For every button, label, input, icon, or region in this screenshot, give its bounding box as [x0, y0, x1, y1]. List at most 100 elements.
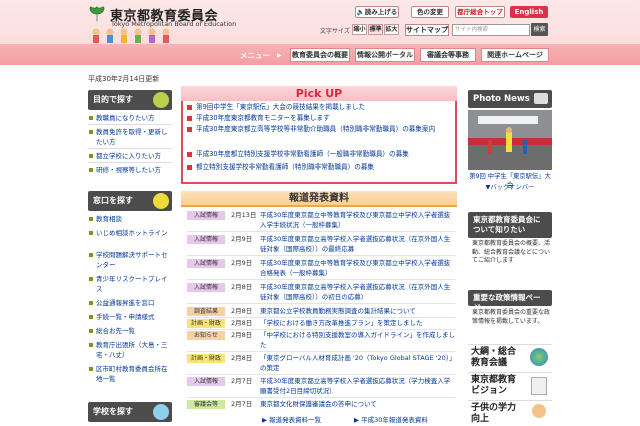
- banner-achievement[interactable]: 子供の学力向上: [468, 400, 552, 426]
- row-date: 2月8日: [231, 331, 253, 339]
- nav-item-links[interactable]: 関連ホームページ: [481, 48, 549, 62]
- about-heading[interactable]: 東京都教育委員会について知りたい: [468, 212, 552, 238]
- table-row: お知らせ 2月8日 「中学校における特別支援教室の導入ガイドライン」を作成しまし…: [187, 330, 455, 350]
- press-list-link[interactable]: ▶ 報道発表資料一覧: [262, 414, 321, 424]
- divider: [187, 374, 455, 375]
- city-top-button[interactable]: 都庁総合トップ: [455, 6, 505, 18]
- sidebar-item-enroll[interactable]: 都立学校に入りたい方: [88, 151, 172, 161]
- category-badge: 調査結果: [187, 307, 225, 316]
- category-badge: 入試情報: [187, 283, 225, 292]
- banner-vision-label: 東京都教育ビジョン: [471, 375, 517, 396]
- pickup-item[interactable]: 平成30年度東京都教育モニターを募集します: [187, 114, 455, 123]
- press-year-label: 平成30年報道発表資料: [361, 416, 428, 424]
- category-badge: 入試情報: [187, 235, 225, 244]
- font-standard-button[interactable]: 標準: [368, 24, 383, 35]
- pickup-title: Pick UP: [181, 86, 457, 101]
- press-year-link[interactable]: ▶ 平成30年報道発表資料: [354, 414, 428, 424]
- sidebar-item-consult[interactable]: 教育相談: [88, 214, 172, 224]
- search-button[interactable]: 検索: [531, 23, 548, 36]
- backnumber-link[interactable]: ▼バックナンバー: [468, 183, 552, 192]
- read-aloud-label: 読み上げる: [364, 8, 398, 16]
- policy-heading: 重要な政策情報ページ: [468, 290, 552, 312]
- color-change-button[interactable]: 色の変更: [411, 6, 449, 18]
- pickup-item[interactable]: 平成30年度都立特別支援学校非常勤看護師（一般職非常勤職員）の募集: [187, 150, 455, 159]
- divider: [187, 351, 455, 352]
- children-illustration-icon: [92, 28, 170, 43]
- press-list-label: 報道発表資料一覧: [269, 416, 322, 424]
- search-input[interactable]: サイト内検索: [452, 24, 530, 36]
- sidebar-item-forms[interactable]: 手続一覧・申請様式: [88, 312, 172, 322]
- english-button[interactable]: English: [510, 6, 548, 18]
- category-badge: 計画・財政: [187, 354, 225, 363]
- row-link[interactable]: 「中学校における特別支援教室の導入ガイドライン」を作成しました: [260, 330, 456, 350]
- pickup-item[interactable]: 第9回中学生「東京駅伝」大会の競技結果を掲載しました: [187, 103, 455, 112]
- counter-heading-label: 窓口を探す: [93, 196, 133, 205]
- nav-item-disclosure[interactable]: 情報公開ポータル: [355, 48, 415, 62]
- read-aloud-button[interactable]: 🔈読み上げる: [355, 6, 399, 18]
- row-link[interactable]: 平成30年度東京都立高等学校入学者選抜応募状況（在京外国人生徒対象（国際高校））…: [260, 234, 456, 254]
- divider: [187, 255, 455, 256]
- press-title: 報道発表資料: [181, 191, 457, 207]
- sidebar-item-municipal[interactable]: 区市町村教育委員会所在地一覧: [88, 364, 172, 384]
- last-updated: 平成30年2月14日更新: [88, 75, 160, 83]
- table-row: 入試情報 2月9日 平成30年度東京都立高等学校入学者選抜応募状況（在京外国人生…: [187, 234, 455, 254]
- font-small-button[interactable]: 縮小: [352, 24, 367, 35]
- nav-item-overview[interactable]: 教育委員会の概要: [290, 48, 350, 62]
- divider: [187, 303, 455, 304]
- sidebar-item-youth[interactable]: 青少年リスクートプレイス: [88, 274, 172, 294]
- table-row: 入試情報 2月8日 平成30年度東京都立高等学校入学者選抜応募状況（在京外国人生…: [187, 282, 455, 302]
- row-link[interactable]: 平成30年度東京都立中等教育学校及び東京都立中学校入学者選抜合格発表（一般枠募集…: [260, 258, 456, 278]
- row-date: 2月7日: [231, 400, 253, 408]
- divider: [187, 279, 455, 280]
- font-large-button[interactable]: 拡大: [384, 24, 399, 35]
- nav-item-council[interactable]: 審議会等事務: [420, 48, 476, 62]
- row-link[interactable]: 東京都公立学校教員勤務実態調査の集計結果について: [260, 306, 456, 316]
- pickup-item[interactable]: 平成30年度東京都立高等学校等非常勤介助職員（特別職非常勤職員）の募集案内: [187, 125, 455, 134]
- sidebar-item-contacts[interactable]: 総合お先一覧: [88, 326, 172, 336]
- row-link[interactable]: 平成30年度東京都立高等学校入学者選抜応募状況（在京外国人生徒対象（国際高校））…: [260, 282, 456, 302]
- category-badge: 入試情報: [187, 259, 225, 268]
- row-link[interactable]: 「東京グローバル人材育成計画 '20（Tokyo Global STAGE '2…: [260, 353, 456, 373]
- row-date: 2月13日: [231, 211, 257, 219]
- banner-outline[interactable]: 大綱・総合教育会議: [468, 344, 552, 370]
- school-heading-label: 学校を探す: [93, 407, 133, 416]
- sidebar-item-teacher[interactable]: 教職員になりたい方: [88, 113, 172, 123]
- magnifier-icon: [153, 404, 169, 420]
- category-badge: 入試情報: [187, 377, 225, 386]
- ginkgo-logo-icon: [89, 5, 105, 22]
- font-size-label: 文字サイズ: [320, 28, 350, 35]
- table-row: 計画・財政 2月8日 「東京グローバル人材育成計画 '20（Tokyo Glob…: [187, 353, 456, 373]
- row-date: 2月8日: [231, 354, 253, 362]
- table-row: 審議会等 2月7日 東京都文化財保護審議会の答申について: [187, 399, 455, 410]
- divider: [88, 124, 172, 125]
- photo-news-image[interactable]: [468, 110, 552, 170]
- row-link[interactable]: 「学校における働き方改革推進プラン」を策定しました: [260, 318, 456, 328]
- table-row: 入試情報 2月13日 平成30年度東京都立中等教育学校及び東京都立中学校入学者選…: [187, 210, 455, 230]
- row-date: 2月8日: [231, 307, 253, 315]
- sitemap-button[interactable]: サイトマップ: [405, 24, 449, 36]
- child-icon: [532, 404, 546, 418]
- table-row: 計画・財政 2月8日 「学校における働き方改革推進プラン」を策定しました: [187, 318, 455, 329]
- sidebar-item-license[interactable]: 教員免許を取得・更新したい方: [88, 127, 172, 147]
- row-link[interactable]: 東京都文化財保護審議会の答申について: [260, 399, 456, 409]
- row-link[interactable]: 平成30年度東京都立高等学校入学者選抜応募状況（学力検査入学願書受付2日目締切状…: [260, 376, 456, 396]
- sidebar-item-whistle[interactable]: 公益通報昇進を窓口: [88, 298, 172, 308]
- category-badge: 入試情報: [187, 211, 225, 220]
- school-heading: 学校を探す: [88, 402, 172, 422]
- banner-outline-label: 大綱・総合教育会議: [471, 347, 517, 368]
- row-link[interactable]: 平成30年度東京都立中等教育学校及び東京都立中学校入学者選抜入学手続状況（一般枠…: [260, 210, 456, 230]
- sidebar-item-ijime[interactable]: いじめ相談ホットライン: [88, 228, 172, 238]
- banner-vision[interactable]: 東京都教育ビジョン: [468, 372, 552, 398]
- category-badge: 審議会等: [187, 400, 225, 409]
- pickup-item[interactable]: 都立特別支援学校非常勤看護師（特別職非常勤職員）の募集: [187, 163, 455, 172]
- purpose-heading-label: 目的で探す: [93, 95, 133, 104]
- table-row: 入試情報 2月9日 平成30年度東京都立中等教育学校及び東京都立中学校入学者選抜…: [187, 258, 455, 278]
- category-badge: お知らせ: [187, 331, 225, 340]
- sidebar-item-branch[interactable]: 教育庁出張所（大島・三宅・八丈）: [88, 340, 172, 360]
- banner-achievement-label: 子供の学力向上: [471, 403, 517, 424]
- about-text: 東京都教育委員会の概要、活動、総合教育会議などについてご紹介します: [472, 240, 551, 264]
- purpose-heading: 目的で探す: [88, 90, 172, 110]
- divider: [187, 397, 455, 398]
- sidebar-item-support[interactable]: 学校問題解決サポートセンター: [88, 250, 172, 270]
- sidebar-item-training[interactable]: 研修・視察等したい方: [88, 165, 172, 175]
